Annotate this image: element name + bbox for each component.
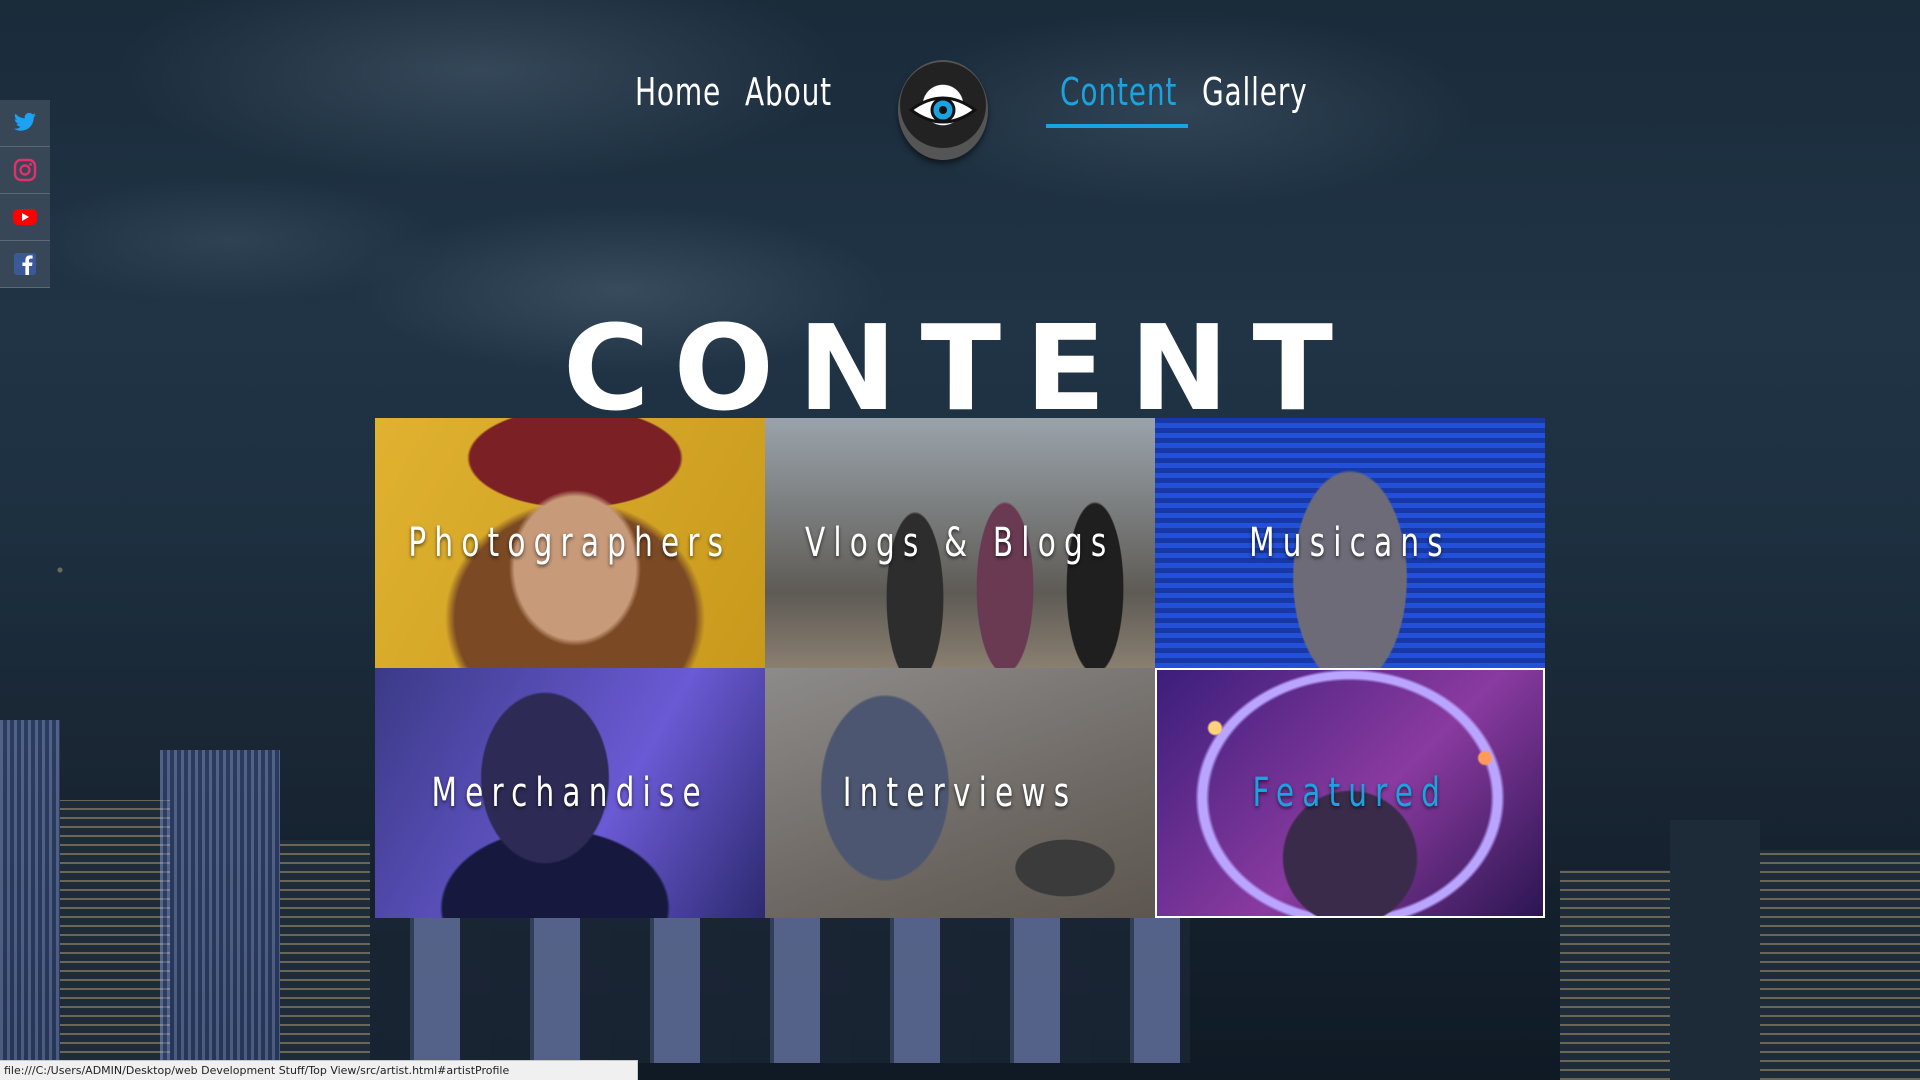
tile-photographers[interactable]: Photographers	[375, 418, 765, 668]
page-title: CONTENT	[562, 299, 1357, 438]
nav-content[interactable]: Content	[1060, 70, 1177, 114]
tile-vlogs-blogs[interactable]: Vlogs & Blogs	[765, 418, 1155, 668]
tile-label: Featured	[1252, 770, 1448, 816]
tile-label: Musicans	[1249, 520, 1451, 566]
facebook-icon	[14, 253, 36, 275]
content-grid: Photographers Vlogs & Blogs Musicans Mer…	[375, 418, 1545, 918]
browser-status-url: file:///C:/Users/ADMIN/Desktop/web Devel…	[0, 1060, 638, 1080]
foreground-buildings	[370, 918, 1190, 1063]
tile-label: Vlogs & Blogs	[805, 520, 1115, 566]
instagram-link[interactable]	[0, 147, 50, 194]
tile-label: Interviews	[842, 770, 1078, 816]
site-logo[interactable]	[898, 60, 988, 160]
tile-featured[interactable]: Featured	[1155, 668, 1545, 918]
tile-interviews[interactable]: Interviews	[765, 668, 1155, 918]
eye-africa-logo-icon	[908, 96, 978, 124]
instagram-icon	[13, 158, 37, 182]
nav-gallery[interactable]: Gallery	[1202, 70, 1308, 114]
tile-label: Merchandise	[431, 770, 709, 816]
tile-label: Photographers	[408, 520, 732, 566]
youtube-link[interactable]	[0, 194, 50, 241]
tile-merchandise[interactable]: Merchandise	[375, 668, 765, 918]
facebook-link[interactable]	[0, 241, 50, 288]
nav-home[interactable]: Home	[635, 70, 721, 114]
nav-about[interactable]: About	[745, 70, 832, 114]
youtube-icon	[13, 209, 37, 225]
nav-active-underline	[1046, 124, 1188, 128]
tile-musicans[interactable]: Musicans	[1155, 418, 1545, 668]
